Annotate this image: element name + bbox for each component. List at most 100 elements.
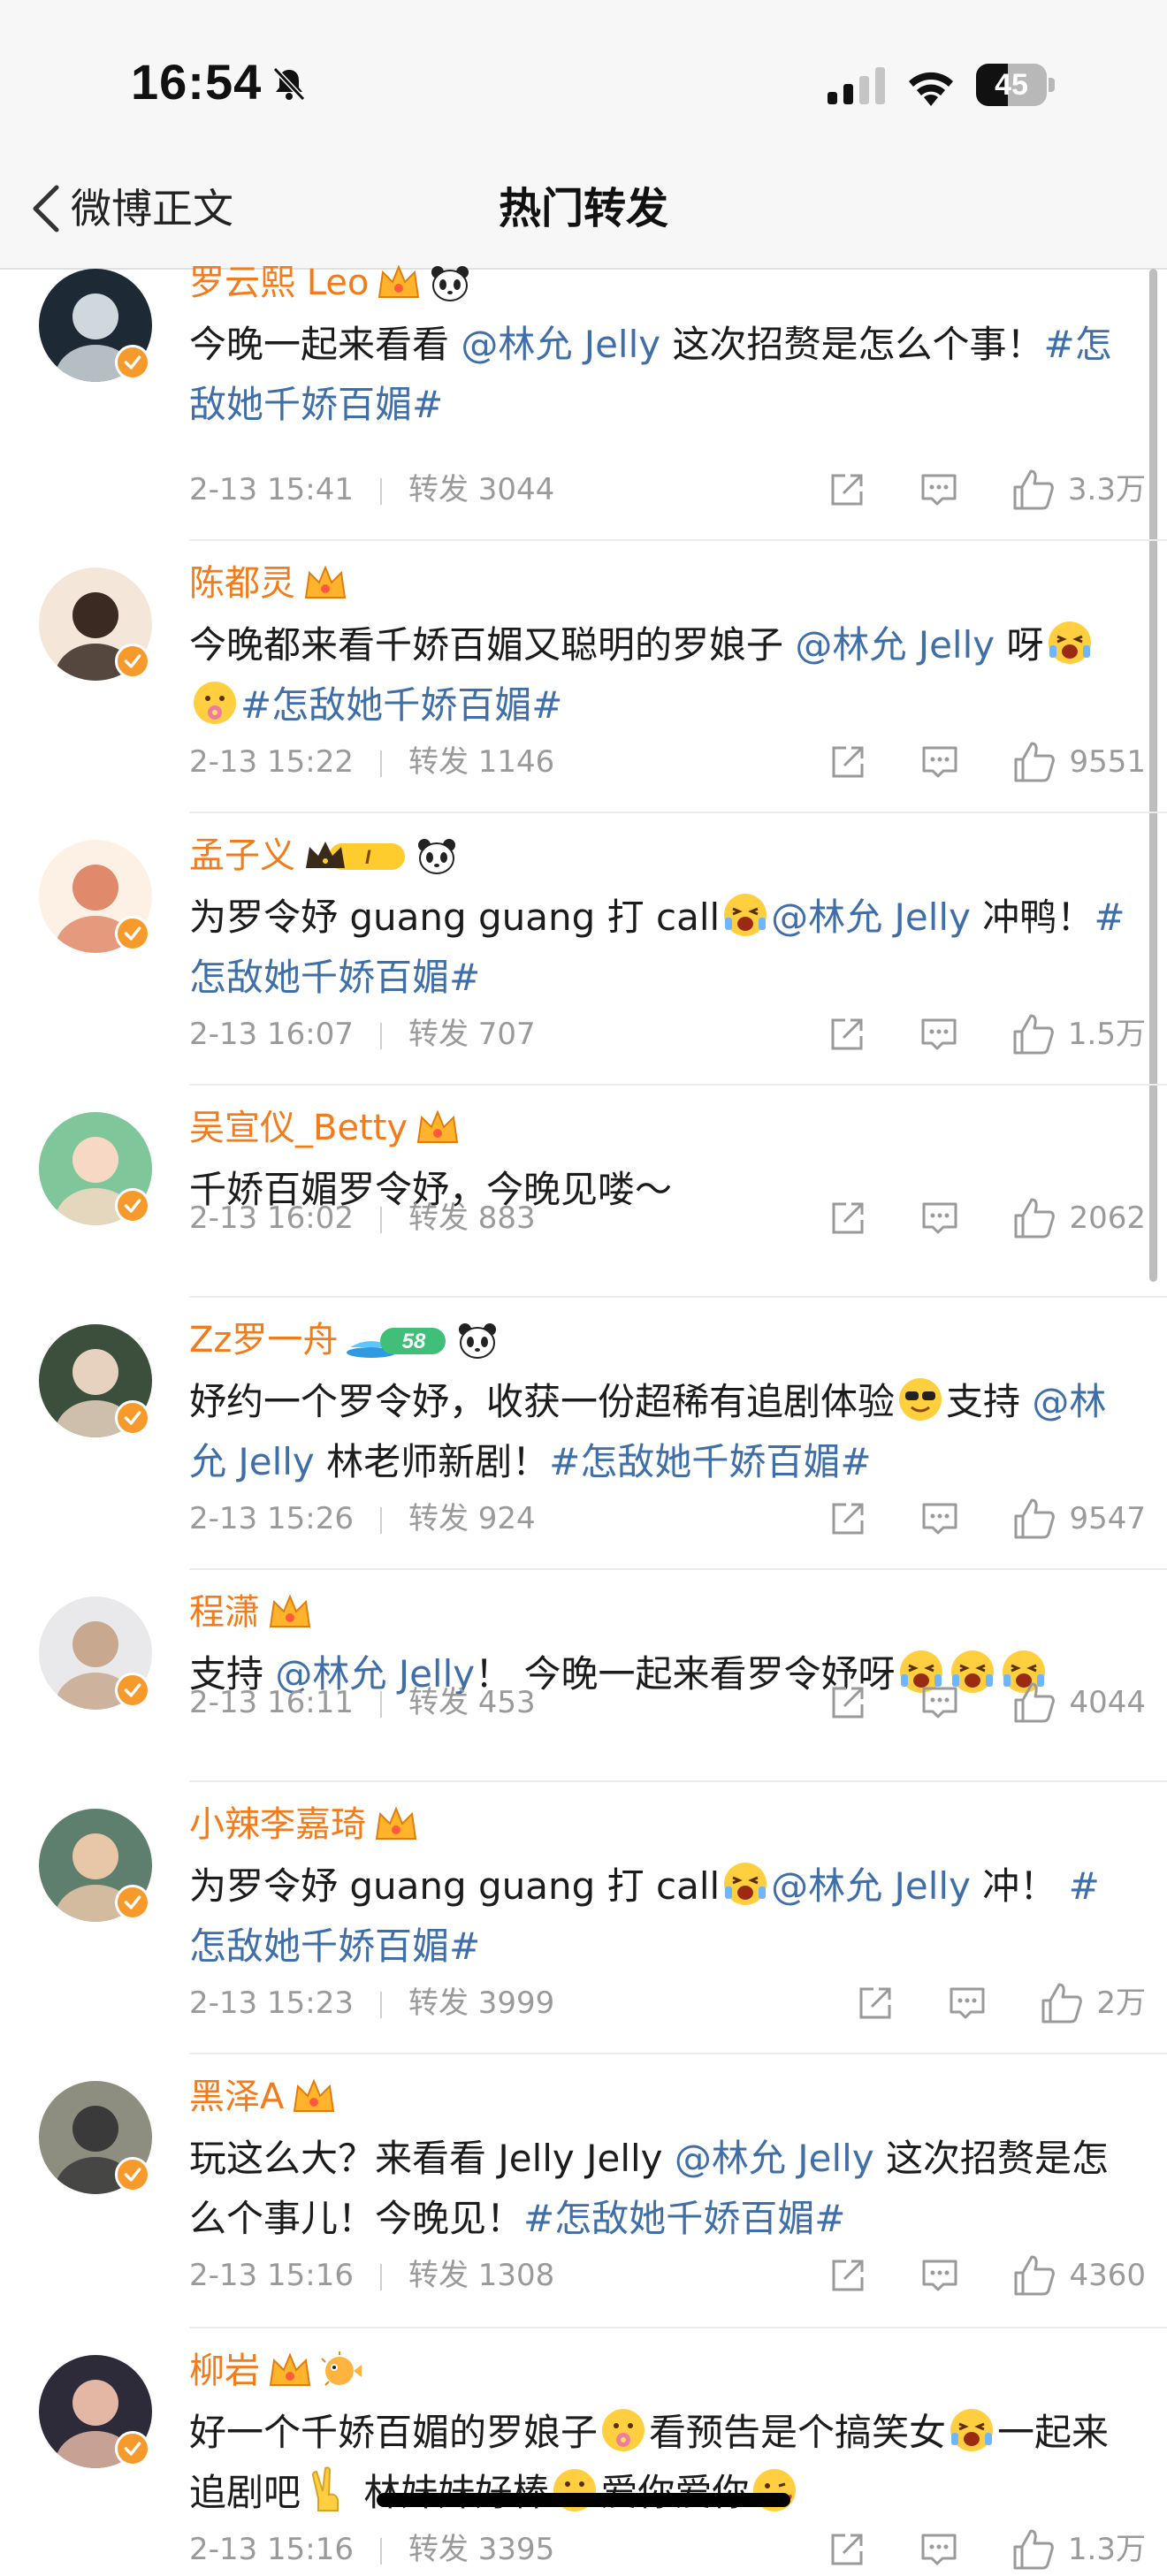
repost-meta: 2-13 16:02 转发 883 2062 — [189, 1192, 1146, 1245]
verified-badge-icon — [115, 916, 150, 951]
meta-separator — [379, 1690, 382, 1718]
comment-icon[interactable] — [920, 2256, 959, 2295]
avatar[interactable] — [39, 568, 152, 681]
repost-actions: 4360 — [775, 2249, 1146, 2302]
crown-icon — [269, 2352, 311, 2386]
repost-label: 转发 — [408, 2532, 469, 2567]
excited-face-emoji — [724, 1863, 767, 1905]
verified-badge-icon — [115, 345, 150, 380]
mention-link[interactable]: @林允 Jelly — [461, 323, 660, 366]
comment-icon[interactable] — [919, 2530, 958, 2569]
repost-count: 924 — [477, 1501, 536, 1536]
like-thumb-icon[interactable] — [1040, 1981, 1084, 2025]
share-icon[interactable] — [856, 1984, 895, 2023]
meta-separator — [379, 477, 382, 505]
topic-link[interactable]: #怎敌她千娇百媚# — [240, 683, 562, 727]
divider — [189, 539, 1167, 541]
mention-link[interactable]: @林允 Jelly — [675, 2137, 874, 2180]
comment-icon[interactable] — [920, 1499, 959, 1538]
author-name[interactable]: 小辣李嘉琦 — [189, 1804, 366, 1845]
divider — [189, 812, 1167, 813]
avatar[interactable] — [39, 1112, 152, 1225]
comment-icon[interactable] — [919, 470, 958, 509]
share-icon[interactable] — [828, 470, 866, 509]
crown-icon — [269, 1594, 311, 1627]
share-icon[interactable] — [828, 2256, 867, 2295]
victory-hand-emoji — [312, 2466, 339, 2511]
author-name[interactable]: 程潇 — [189, 1592, 260, 1633]
repost-date: 2-13 15:22 — [189, 744, 354, 780]
meta-separator — [379, 1022, 382, 1049]
repost-count: 3395 — [477, 2532, 555, 2567]
topic-link[interactable]: #怎敌她千娇百媚# — [549, 1440, 871, 1483]
repost-count: 3044 — [477, 472, 555, 507]
author-name[interactable]: 陈都灵 — [189, 563, 295, 604]
verified-badge-icon — [115, 1400, 150, 1436]
mention-link[interactable]: @林允 Jelly — [771, 896, 971, 939]
comment-icon[interactable] — [920, 1683, 959, 1722]
author-line: 罗云熙 Leo — [189, 256, 1128, 306]
repost-text-segment: 玩这么大？来看看 Jelly Jelly — [189, 2137, 675, 2180]
home-indicator[interactable] — [377, 2493, 790, 2507]
avatar[interactable] — [39, 269, 152, 382]
author-line: 小辣李嘉琦 — [189, 1798, 1128, 1848]
like-thumb-icon[interactable] — [1012, 1497, 1056, 1541]
like-thumb-icon[interactable] — [1012, 1196, 1056, 1240]
navigation-bar: 微博正文 热门转发 — [0, 150, 1167, 270]
repost-text-segment: 呀 — [995, 623, 1044, 667]
share-icon[interactable] — [828, 743, 867, 781]
mention-link[interactable]: @林允 Jelly — [771, 1864, 971, 1908]
author-name[interactable]: Zz罗一舟 — [189, 1320, 338, 1360]
avatar[interactable] — [39, 2081, 152, 2194]
repost-label: 转发 — [408, 2258, 469, 2293]
repost-count: 883 — [477, 1200, 536, 1236]
battery-indicator: 45 — [976, 64, 1056, 106]
avatar[interactable] — [39, 1597, 152, 1710]
avatar[interactable] — [39, 2355, 152, 2468]
comment-icon[interactable] — [920, 743, 959, 781]
repost-meta: 2-13 15:41 转发 3044 3.3万 — [189, 463, 1146, 516]
flower-face-emoji — [194, 682, 236, 724]
mention-link[interactable]: @林允 Jelly — [795, 623, 995, 667]
like-thumb-icon[interactable] — [1011, 468, 1056, 512]
repost-label: 转发 — [408, 472, 469, 507]
repost-date: 2-13 15:16 — [189, 2532, 354, 2567]
repost-text: 今晚都来看千娇百媚又聪明的罗娘子 @林允 Jelly 呀 #怎敌她千娇百媚# — [189, 615, 1128, 735]
share-icon[interactable] — [828, 1499, 867, 1538]
like-thumb-icon[interactable] — [1011, 1012, 1056, 1056]
verified-badge-icon — [115, 644, 150, 679]
meta-separator — [379, 1506, 382, 1534]
svg-text:I: I — [365, 846, 371, 868]
repost-meta: 2-13 15:22 转发 1146 9551 — [189, 735, 1146, 789]
comment-icon[interactable] — [919, 1015, 958, 1054]
comment-icon[interactable] — [920, 1199, 959, 1238]
like-thumb-icon[interactable] — [1012, 1680, 1056, 1725]
share-icon[interactable] — [828, 1683, 867, 1722]
author-name[interactable]: 吴宣仪_Betty — [189, 1108, 408, 1148]
like-count: 4044 — [1069, 1685, 1146, 1720]
like-thumb-icon[interactable] — [1011, 2527, 1056, 2572]
status-bar: 16:54 45 — [0, 0, 1167, 150]
repost-text-segment: 今晚一起来看看 — [189, 323, 461, 366]
like-thumb-icon[interactable] — [1012, 2253, 1056, 2298]
author-name[interactable]: 罗云熙 Leo — [189, 263, 369, 303]
repost-meta: 2-13 15:26 转发 924 9547 — [189, 1492, 1146, 1545]
share-icon[interactable] — [828, 1199, 867, 1238]
author-line: 黑泽A — [189, 2070, 1128, 2120]
share-icon[interactable] — [828, 2530, 866, 2569]
divider — [189, 1568, 1167, 1570]
comment-icon[interactable] — [948, 1984, 987, 2023]
author-name[interactable]: 孟子义 — [189, 835, 295, 876]
author-name[interactable]: 黑泽A — [189, 2077, 284, 2117]
meta-separator — [379, 750, 382, 777]
repost-text-segment: 林老师新剧！ — [314, 1440, 550, 1483]
like-thumb-icon[interactable] — [1012, 740, 1056, 784]
avatar[interactable] — [39, 1809, 152, 1922]
avatar[interactable] — [39, 1324, 152, 1437]
battery-level: 45 — [995, 68, 1028, 102]
author-name[interactable]: 柳岩 — [189, 2351, 260, 2391]
share-icon[interactable] — [828, 1015, 866, 1054]
topic-link[interactable]: #怎敌她千娇百媚# — [523, 2197, 845, 2240]
repost-text-segment: 好一个千娇百媚的罗娘子 — [189, 2411, 599, 2454]
avatar[interactable] — [39, 840, 152, 953]
